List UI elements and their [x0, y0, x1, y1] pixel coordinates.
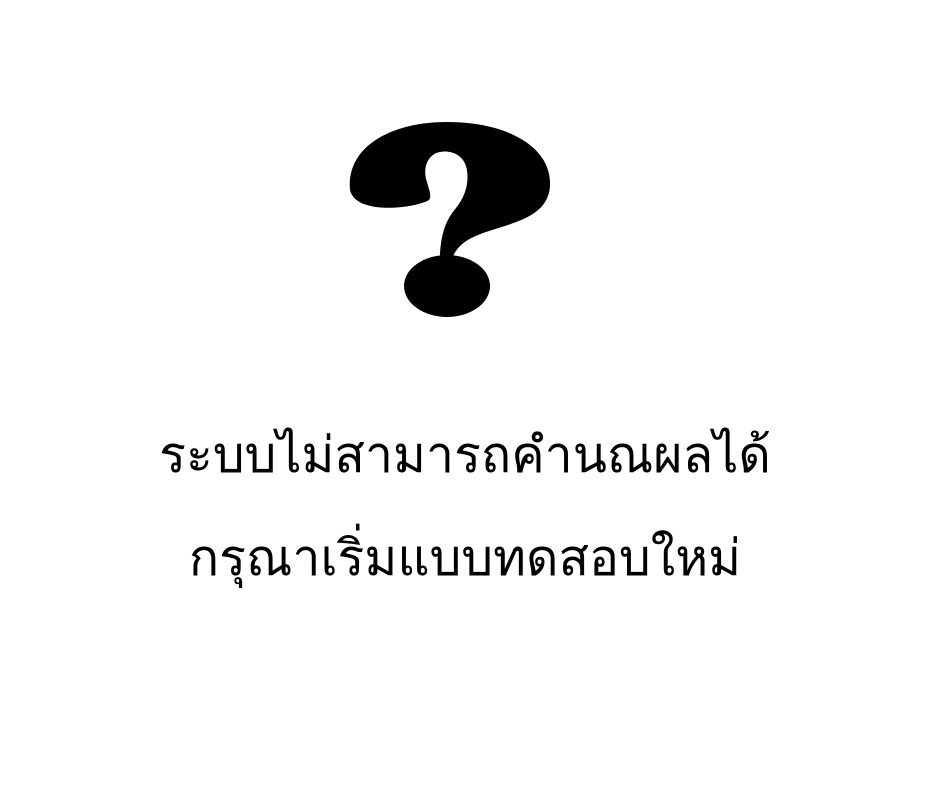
question-mark-icon — [344, 118, 554, 324]
error-message-line-2: กรุณาเริ่มแบบทดสอบใหม่ — [188, 529, 742, 587]
error-screen: ระบบไม่สามารถคำนณผลได้ กรุณาเริ่มแบบทดสอ… — [0, 0, 930, 794]
error-message-line-1: ระบบไม่สามารถคำนณผลได้ — [159, 426, 771, 484]
